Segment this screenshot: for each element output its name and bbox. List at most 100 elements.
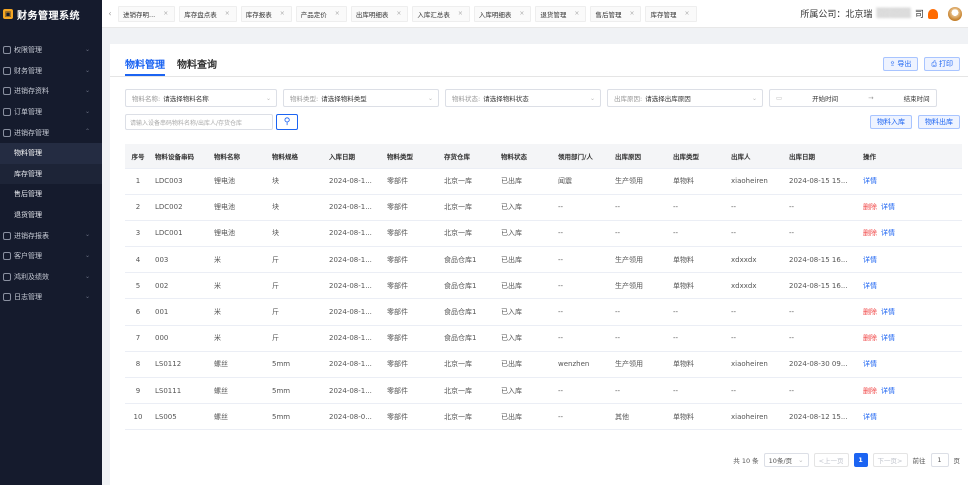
sidebar-item[interactable]: 客户管理 ⌄ (0, 246, 102, 267)
table-cell: 北京一库 (440, 220, 497, 248)
search-button[interactable]: ⚲ (276, 114, 298, 130)
delete-link[interactable]: 删除 (863, 387, 877, 395)
details-link[interactable]: 详情 (863, 282, 877, 290)
close-icon[interactable]: × (519, 10, 524, 17)
close-icon[interactable]: × (225, 10, 230, 17)
sidebar-subitem[interactable]: 退货管理 (0, 205, 102, 226)
open-tab[interactable]: 售后管理 × (590, 5, 642, 22)
open-tab[interactable]: 库存报表 × (240, 5, 292, 22)
sidebar-item[interactable]: 进销存资料 ⌄ (0, 81, 102, 102)
open-tab[interactable]: 产品定价 × (295, 5, 347, 22)
table-cell: -- (554, 220, 611, 248)
table-header-cell: 领用部门/人 (554, 144, 611, 169)
filter-select[interactable]: 物料状态: 请选择物料状态 ⌄ (445, 89, 601, 107)
sidebar-item[interactable]: 财务管理 ⌄ (0, 61, 102, 82)
user-avatar[interactable] (948, 6, 962, 21)
table-row: 4 003 米斤 2024-08-1... 零部件 食品仓库1 已出库 -- 生产领用 单物料 xd… (125, 246, 962, 274)
page-tab[interactable]: 物料查询 (177, 56, 217, 76)
table-cell: -- (669, 194, 727, 221)
page-size-value: 10条/页 (768, 457, 793, 465)
company-label: 所属公司：北京瑞 (800, 10, 873, 20)
sidebar-item[interactable]: 进销存管理 ⌃ (0, 122, 102, 143)
page-tab[interactable]: 物料管理 (125, 56, 165, 76)
open-tab[interactable]: 入库汇总表 × (412, 5, 470, 22)
sidebar-item[interactable]: 进销存报表 ⌄ (0, 225, 102, 246)
search-input[interactable]: 请输入设备串码物料名称/出库人/存货仓库 (125, 114, 273, 130)
filter-select[interactable]: 物料名称: 请选择物料名称 ⌄ (125, 89, 277, 107)
table-cell: 2024-08-1... (325, 351, 383, 379)
sidebar-item[interactable]: 日志管理 ⌄ (0, 287, 102, 308)
close-icon[interactable]: × (396, 10, 401, 17)
page-size-select[interactable]: 10条/页 ⌄ (763, 453, 809, 467)
open-tab[interactable]: 库存盘点表 × (179, 5, 237, 22)
open-tab-label: 退货管理 (540, 10, 567, 19)
table-cell: 北京一库 (440, 351, 497, 379)
filter-select[interactable]: 物料类型: 请选择物料类型 ⌄ (283, 89, 439, 107)
open-tab[interactable]: 进销存明... × (118, 5, 176, 22)
close-icon[interactable]: × (335, 10, 340, 17)
open-tab[interactable]: 出库明细表 × (350, 5, 409, 22)
stock-in-button[interactable]: 物料入库 (870, 115, 912, 129)
table-row: 9 LS0111 螺丝 5mm 2024-08-1... 零部件 北京一库 已入库 -- -- --… (125, 377, 962, 405)
delete-link[interactable]: 删除 (863, 203, 877, 211)
table-cell: 2024-08-1... (325, 220, 383, 248)
details-link[interactable]: 详情 (881, 229, 895, 237)
details-link[interactable]: 详情 (863, 177, 877, 185)
sidebar-subitem[interactable]: 物料管理 (0, 142, 102, 164)
sidebar-subitem[interactable]: 售后管理 (0, 184, 102, 205)
table-cell: 2024-08-1... (325, 272, 383, 300)
table-cell: -- (727, 377, 785, 405)
chevron-down-icon: ⌄ (265, 94, 271, 102)
export-icon: ⇪ (889, 60, 896, 68)
sidebar-subitem[interactable]: 库存管理 (0, 163, 102, 185)
close-icon[interactable]: × (163, 10, 168, 17)
details-link[interactable]: 详情 (863, 256, 877, 264)
details-link[interactable]: 详情 (881, 203, 895, 211)
delete-link[interactable]: 删除 (863, 229, 877, 237)
close-icon[interactable]: × (629, 10, 634, 17)
filter-select[interactable]: 出库原因: 请选择出库原因 ⌄ (607, 89, 763, 107)
details-link[interactable]: 详情 (881, 334, 895, 342)
table-cell: 已出库 (497, 246, 554, 274)
sidebar-item[interactable]: 订单管理 ⌄ (0, 102, 102, 123)
notification-bell-icon[interactable] (928, 8, 938, 19)
filter-label: 出库原因: (614, 95, 643, 103)
menu-item-icon (3, 252, 11, 261)
prev-page-button[interactable]: <上一页 (813, 453, 849, 467)
table-row: 7 000 米斤 2024-08-1... 零部件 食品仓库1 已入库 -- -- -- -- -- 删… (125, 325, 962, 352)
delete-link[interactable]: 删除 (863, 334, 877, 342)
open-tab[interactable]: 库存管理 × (645, 5, 697, 22)
table-row: 6 001 米斤 2024-08-1... 零部件 食品仓库1 已入库 -- -- -- -- -- 删… (125, 298, 962, 326)
details-link[interactable]: 详情 (881, 387, 895, 395)
close-icon[interactable]: × (458, 10, 463, 17)
delete-link[interactable]: 删除 (863, 308, 877, 316)
table-cell: -- (727, 298, 785, 326)
filter-label: 物料名称: (132, 95, 161, 103)
filter-label: 物料状态: (452, 95, 481, 103)
date-range-picker[interactable]: ▭ 开始时间 → 结束时间 (769, 89, 937, 107)
table-cell: 生产领用 (611, 272, 669, 300)
sidebar-item[interactable]: 鸿利及绩效 ⌄ (0, 267, 102, 288)
print-button[interactable]: ⎙ 打印 (924, 57, 960, 71)
chevron-up-icon: ⌃ (84, 128, 90, 136)
details-link[interactable]: 详情 (863, 413, 877, 421)
open-tab[interactable]: 入库明细表 × (473, 5, 532, 22)
close-icon[interactable]: × (684, 10, 689, 17)
sidebar-item[interactable]: 权限管理 ⌄ (0, 40, 102, 61)
current-page-button[interactable]: 1 (853, 453, 868, 467)
export-button[interactable]: ⇪ 导出 (882, 57, 919, 71)
close-icon[interactable]: × (574, 10, 579, 17)
pagination-total: 共 10 条 (733, 457, 759, 465)
goto-page-input[interactable]: 1 (930, 453, 949, 467)
table-cell: 北京一库 (440, 168, 497, 195)
details-link[interactable]: 详情 (863, 360, 877, 368)
details-link[interactable]: 详情 (881, 308, 895, 316)
tabs-scroll-left-icon[interactable]: ‹ (102, 9, 118, 18)
table-cell: 零部件 (383, 351, 440, 379)
table-cell: 块 (268, 194, 325, 221)
open-tab[interactable]: 退货管理 × (535, 5, 587, 22)
next-page-button[interactable]: 下一页> (872, 453, 908, 467)
close-icon[interactable]: × (280, 10, 285, 17)
table-header-cell: 出库原因 (611, 144, 669, 169)
stock-out-button[interactable]: 物料出库 (918, 115, 960, 129)
